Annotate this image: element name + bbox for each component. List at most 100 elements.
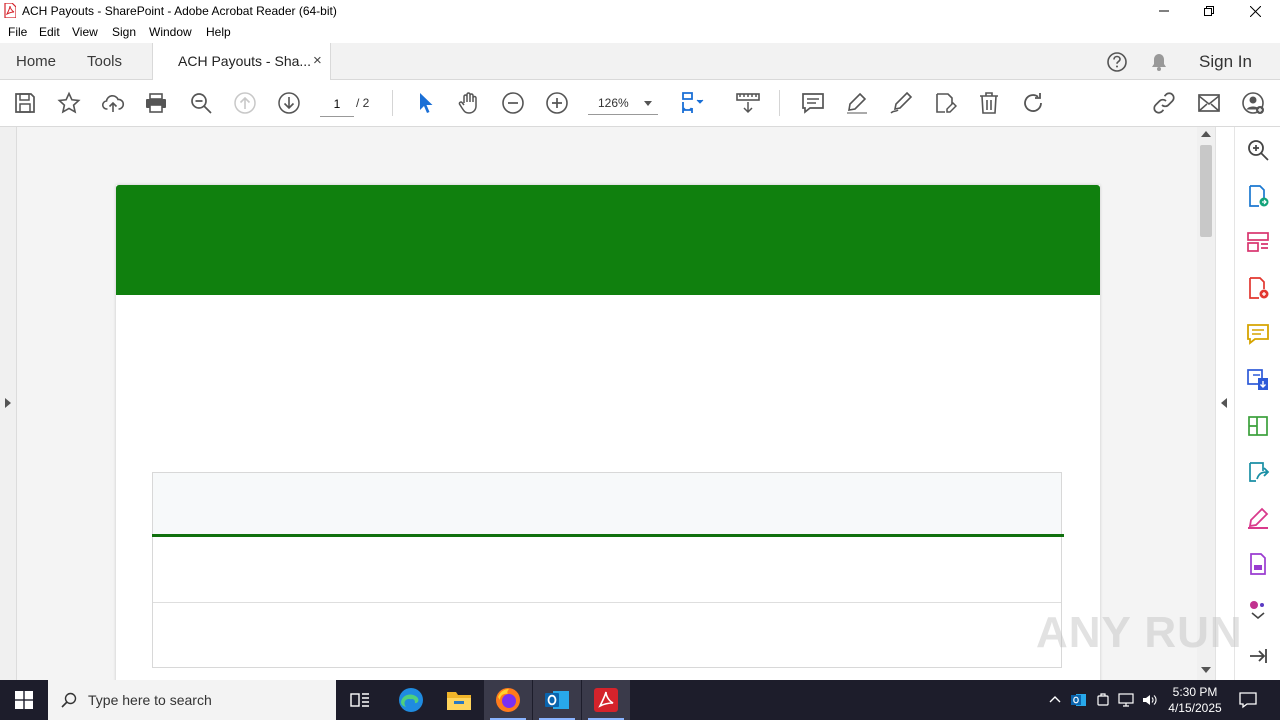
save-icon[interactable] [13, 91, 37, 115]
vertical-scrollbar[interactable] [1197, 127, 1215, 680]
table-row [153, 603, 1061, 667]
restore-button[interactable] [1186, 0, 1232, 22]
restore-icon [1204, 6, 1214, 16]
scroll-mode-icon[interactable] [736, 91, 760, 115]
task-view-button[interactable] [336, 680, 384, 720]
hand-icon[interactable] [457, 91, 481, 115]
pdf-page [116, 185, 1100, 680]
notification-bell-icon[interactable] [1149, 52, 1169, 72]
scroll-down-icon[interactable] [1201, 667, 1211, 673]
menu-sign[interactable]: Sign [112, 25, 136, 39]
scroll-up-icon[interactable] [1201, 131, 1211, 137]
taskbar-outlook[interactable] [533, 680, 581, 720]
left-navigation-pane [0, 127, 17, 680]
document-viewer[interactable] [17, 127, 1197, 680]
menu-window[interactable]: Window [149, 25, 192, 39]
comment-icon[interactable] [801, 91, 825, 115]
toolbar-divider [779, 90, 780, 116]
upload-icon[interactable] [101, 91, 125, 115]
tab-document-label: ACH Payouts - Sha... [178, 53, 312, 69]
fill-sign-icon[interactable] [1246, 506, 1270, 530]
task-view-icon [350, 693, 369, 707]
menu-file[interactable]: File [8, 25, 27, 39]
payout-table [152, 472, 1064, 668]
acrobat-icon [594, 688, 618, 712]
start-button[interactable] [0, 680, 48, 720]
help-icon[interactable] [1106, 51, 1128, 73]
link-icon[interactable] [1152, 91, 1176, 115]
window-title: ACH Payouts - SharePoint - Adobe Acrobat… [22, 4, 337, 18]
taskbar-file-explorer[interactable] [435, 680, 483, 720]
fill-sign-icon[interactable] [933, 91, 958, 115]
collapse-right-pane-icon[interactable] [1221, 398, 1227, 408]
expand-icon[interactable] [1246, 644, 1270, 668]
page-down-icon[interactable] [277, 91, 301, 115]
minimize-button[interactable] [1141, 0, 1187, 22]
menu-help[interactable]: Help [206, 25, 231, 39]
page-header-banner [116, 185, 1100, 295]
windows-icon [15, 691, 33, 709]
taskbar-acrobat[interactable] [582, 680, 630, 720]
zoom-in-icon[interactable] [545, 91, 569, 115]
zoom-search-icon[interactable] [1246, 138, 1270, 162]
fit-page-icon[interactable] [680, 91, 704, 115]
system-clock[interactable]: 5:30 PM 4/15/2025 [1160, 684, 1230, 716]
organize-pages-icon[interactable] [1246, 230, 1270, 254]
create-pdf-icon[interactable] [1246, 276, 1270, 300]
taskbar-search-box[interactable]: Type here to search [48, 680, 336, 720]
taskbar: Type here to search 5:30 PM 4/15/2025 [0, 680, 1280, 720]
title-bar: ACH Payouts - SharePoint - Adobe Acrobat… [0, 0, 1280, 22]
zoom-level-value: 126% [598, 96, 629, 110]
tab-document[interactable]: ACH Payouts - Sha... × [152, 43, 331, 80]
rotate-icon[interactable] [1021, 91, 1045, 115]
export-convert-icon[interactable] [1246, 460, 1270, 484]
tab-tools[interactable]: Tools [87, 53, 122, 70]
show-hidden-icons-chevron-icon[interactable] [1047, 692, 1063, 708]
export-pdf-icon[interactable] [1246, 184, 1270, 208]
minimize-icon [1159, 10, 1169, 12]
menu-bar: File Edit View Sign Window Help [0, 22, 1280, 43]
acrobat-app-icon [4, 2, 17, 19]
delete-icon[interactable] [977, 91, 1001, 115]
network-icon[interactable] [1118, 692, 1134, 708]
comment-icon[interactable] [1246, 322, 1270, 346]
tab-bar: Home Tools ACH Payouts - Sha... × Sign I… [0, 43, 1280, 80]
share-user-icon[interactable] [1241, 91, 1265, 115]
more-tools-icon[interactable] [1246, 595, 1270, 620]
close-icon [1249, 5, 1261, 17]
email-icon[interactable] [1197, 91, 1221, 115]
taskbar-edge[interactable] [387, 680, 435, 720]
page-number-input[interactable] [320, 92, 354, 117]
zoom-level-select[interactable]: 126% [588, 92, 658, 115]
star-icon[interactable] [57, 91, 81, 115]
right-tools-panel [1234, 127, 1280, 680]
draw-icon[interactable] [889, 91, 913, 115]
tab-close-icon[interactable]: × [313, 52, 322, 69]
menu-edit[interactable]: Edit [39, 25, 60, 39]
firefox-icon [496, 688, 520, 712]
menu-view[interactable]: View [72, 25, 98, 39]
tray-device-icon[interactable] [1095, 692, 1111, 708]
combine-files-icon[interactable] [1246, 368, 1270, 392]
notification-center-icon[interactable] [1239, 691, 1257, 709]
highlight-icon[interactable] [845, 91, 869, 115]
tab-home[interactable]: Home [16, 53, 56, 70]
clock-date: 4/15/2025 [1168, 701, 1222, 715]
protect-icon[interactable] [1246, 552, 1270, 576]
sign-in-link[interactable]: Sign In [1199, 52, 1252, 72]
toolbar-divider [392, 90, 393, 116]
close-button[interactable] [1232, 0, 1278, 22]
page-up-icon[interactable] [233, 91, 257, 115]
volume-icon[interactable] [1142, 692, 1158, 708]
expand-left-pane-icon[interactable] [5, 398, 11, 408]
edit-pdf-icon[interactable] [1246, 414, 1270, 438]
scrollbar-thumb[interactable] [1200, 145, 1212, 237]
zoom-out-icon[interactable] [501, 91, 525, 115]
search-zoom-icon[interactable] [189, 91, 213, 115]
edge-icon [399, 688, 423, 712]
select-cursor-icon[interactable] [413, 91, 437, 115]
outlook-tray-icon[interactable] [1071, 692, 1087, 708]
taskbar-firefox[interactable] [484, 680, 532, 720]
table-row [153, 537, 1061, 603]
print-icon[interactable] [144, 91, 168, 115]
